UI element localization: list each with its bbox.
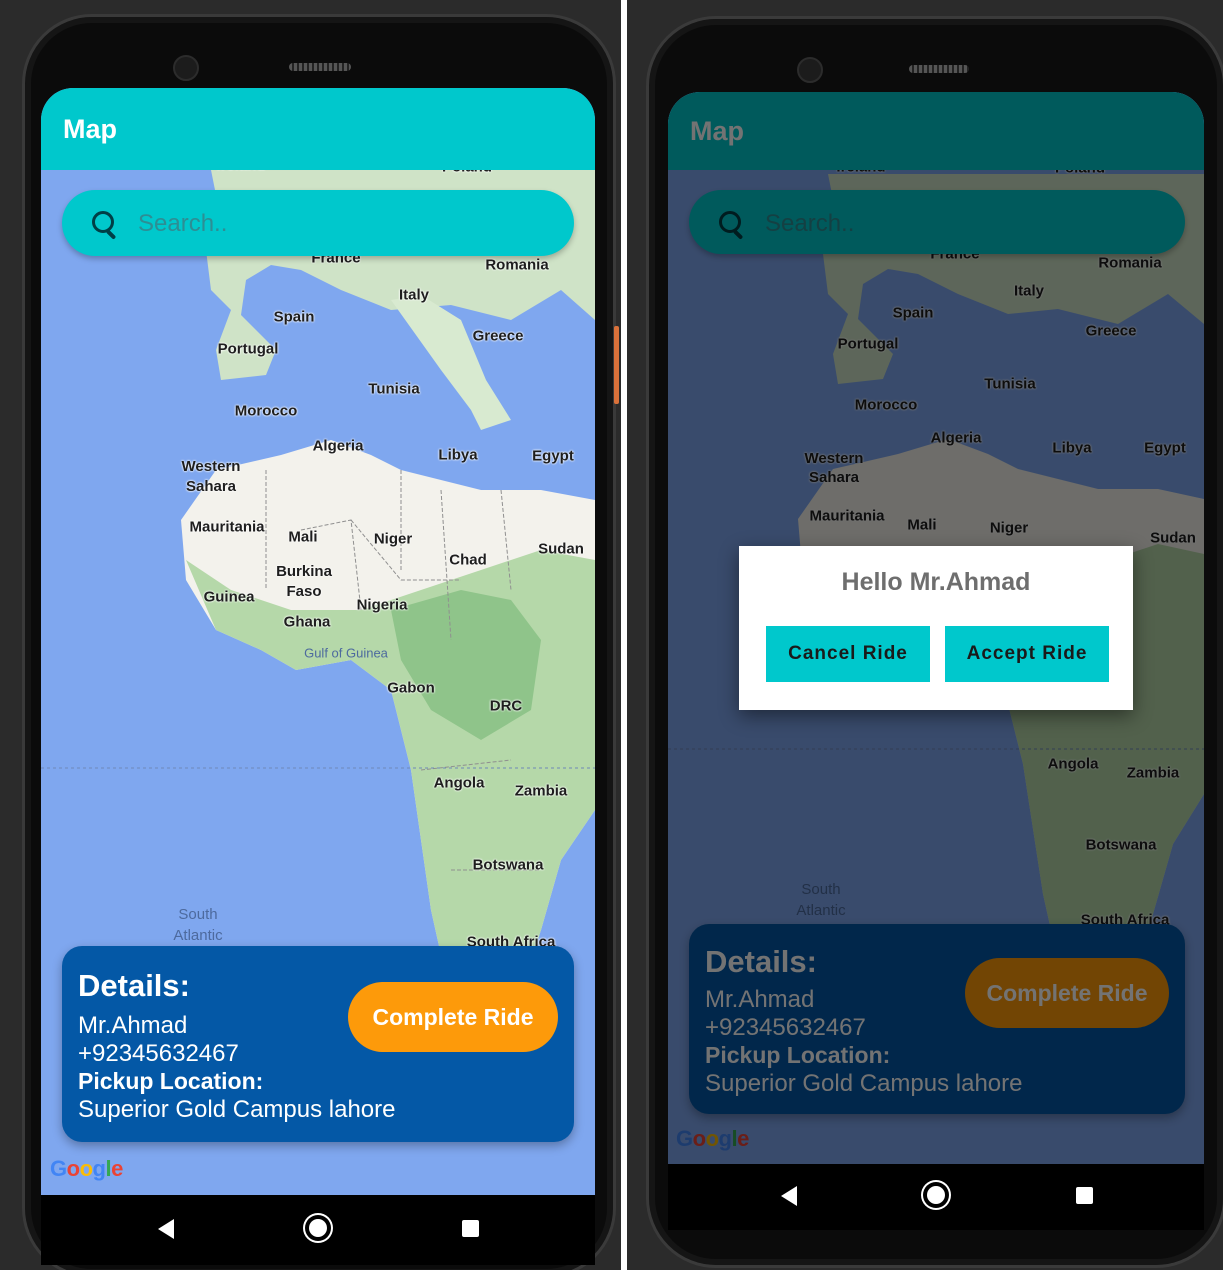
nav-recents-icon[interactable]: [1076, 1187, 1093, 1204]
map-label-angola: Angola: [433, 774, 485, 792]
rider-name: Mr.Ahmad: [78, 1012, 188, 1039]
nav-home-icon[interactable]: [309, 1219, 327, 1237]
map-label-morocco: Morocco: [234, 402, 298, 420]
map-label-zambia: Zambia: [514, 782, 568, 800]
map-label-guinea: Guinea: [203, 588, 255, 606]
ride-request-dialog: Hello Mr.Ahmad Cancel Ride Accept Ride: [739, 546, 1133, 710]
page-title: Map: [63, 114, 117, 144]
earpiece-speaker: [289, 63, 351, 71]
google-attribution: Google: [50, 1156, 123, 1181]
map-label-drc: DRC: [489, 697, 523, 715]
map-label-romania: Romania: [485, 256, 549, 274]
map-label-burkina-faso: Burkina Faso: [276, 563, 332, 600]
map-label-sudan: Sudan: [538, 540, 584, 558]
details-card: Details: Mr.Ahmad +92345632467 Pickup Lo…: [62, 946, 574, 1142]
map-label-ghana: Ghana: [283, 613, 331, 631]
system-navigation-bar: [668, 1164, 1204, 1230]
nav-home-icon[interactable]: [927, 1186, 945, 1204]
pickup-label: Pickup Location:: [78, 1068, 264, 1094]
map-label-gulf-of-guinea: Gulf of Guinea: [304, 645, 388, 661]
power-button: [614, 326, 619, 404]
nav-recents-icon[interactable]: [462, 1220, 479, 1237]
cancel-ride-button[interactable]: Cancel Ride: [766, 626, 930, 682]
nav-back-icon[interactable]: [158, 1219, 174, 1239]
map-label-mali: Mali: [288, 528, 318, 546]
map-label-spain: Spain: [273, 308, 315, 326]
pickup-location: Superior Gold Campus lahore: [78, 1096, 396, 1123]
map-label-mauritania: Mauritania: [189, 518, 265, 536]
search-bar[interactable]: [62, 190, 574, 256]
map-label-portugal: Portugal: [217, 340, 279, 358]
system-navigation-bar: [41, 1195, 595, 1265]
accept-ride-button[interactable]: Accept Ride: [945, 626, 1109, 682]
map-label-greece: Greece: [472, 327, 524, 345]
screenshot-map-screen: Ireland Poland France Romania Italy Spai…: [0, 0, 621, 1270]
map-label-tunisia: Tunisia: [368, 380, 420, 398]
dialog-title: Hello Mr.Ahmad: [841, 568, 1031, 596]
rider-phone: +92345632467: [78, 1040, 239, 1067]
screenshot-ride-dialog-screen: Ireland Poland France Romania Italy Spai…: [627, 0, 1223, 1270]
map-label-gabon: Gabon: [387, 679, 435, 697]
phone-screen: Ireland Poland France Romania Italy Spai…: [41, 88, 595, 1195]
map-label-libya: Libya: [438, 446, 478, 464]
front-camera: [797, 57, 823, 83]
app-bar: Map: [41, 88, 595, 170]
nav-back-icon[interactable]: [781, 1186, 797, 1206]
search-icon[interactable]: [92, 211, 114, 233]
map-label-botswana: Botswana: [472, 856, 544, 874]
search-input[interactable]: [136, 202, 500, 246]
map-label-algeria: Algeria: [312, 437, 364, 455]
earpiece-speaker: [909, 65, 969, 73]
details-title: Details:: [78, 968, 190, 1003]
front-camera: [173, 55, 199, 81]
map-label-italy: Italy: [398, 286, 430, 304]
map-label-niger: Niger: [373, 530, 413, 548]
map-label-egypt: Egypt: [532, 447, 574, 465]
phone-screen: Ireland Poland France Romania Italy Spai…: [668, 92, 1204, 1164]
map-label-western-sahara: Western Sahara: [181, 458, 241, 495]
complete-ride-button[interactable]: Complete Ride: [348, 982, 558, 1052]
map-label-chad: Chad: [449, 551, 487, 569]
map-label-south-atlantic: South Atlantic Ocean: [173, 906, 223, 944]
map-label-nigeria: Nigeria: [356, 596, 408, 614]
